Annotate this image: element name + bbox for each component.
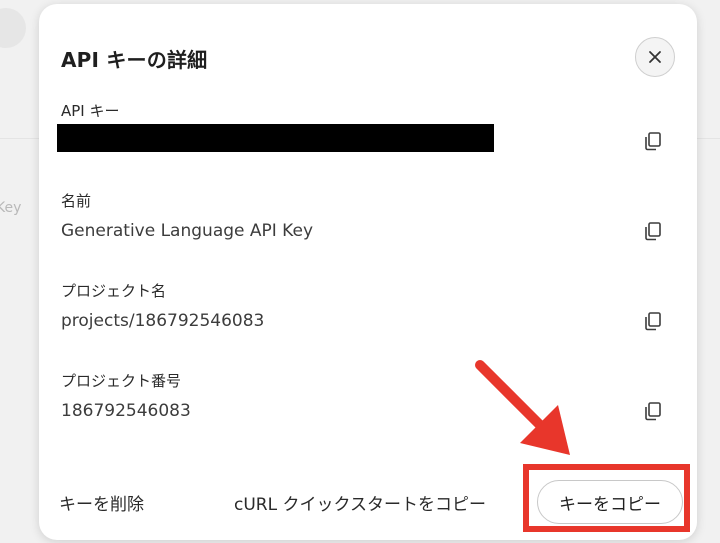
- api-key-details-dialog: API キーの詳細 API キー 名前 Generative Language …: [39, 4, 697, 540]
- copy-icon[interactable]: [642, 220, 664, 242]
- project-number-value: 186792546083: [61, 401, 191, 421]
- close-icon: [649, 51, 661, 63]
- annotation-highlight-box: [523, 464, 690, 532]
- copy-icon[interactable]: [642, 130, 664, 152]
- project-name-value: projects/186792546083: [61, 311, 265, 331]
- name-value: Generative Language API Key: [61, 221, 314, 241]
- copy-icon[interactable]: [642, 400, 664, 422]
- project-name-label: プロジェクト名: [61, 282, 167, 300]
- close-button[interactable]: [635, 37, 675, 77]
- annotation-arrow: [475, 360, 570, 455]
- dialog-title: API キーの詳細: [61, 48, 208, 72]
- copy-curl-quickstart-button[interactable]: cURL クイックスタートをコピー: [234, 490, 486, 515]
- api-key-label: API キー: [61, 102, 120, 120]
- background-text: Key: [0, 200, 22, 216]
- api-key-value-redacted: [57, 124, 494, 152]
- copy-icon[interactable]: [642, 310, 664, 332]
- name-label: 名前: [61, 192, 92, 210]
- project-number-label: プロジェクト番号: [61, 372, 182, 390]
- background-avatar: [0, 8, 26, 48]
- delete-key-button[interactable]: キーを削除: [59, 490, 144, 515]
